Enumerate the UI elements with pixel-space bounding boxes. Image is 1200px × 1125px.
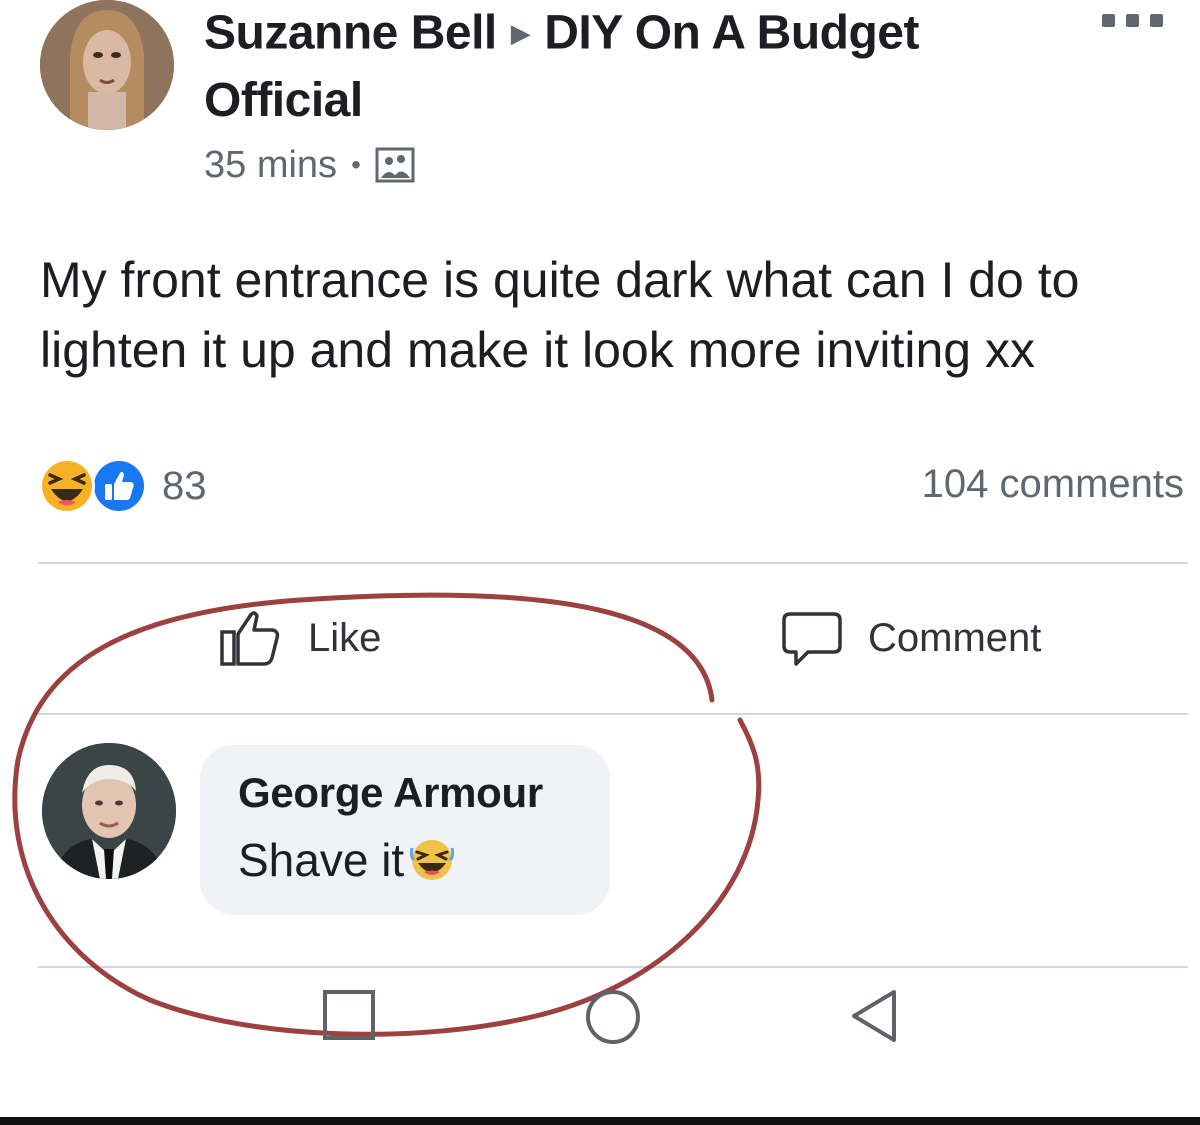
author-photo-icon <box>40 0 174 130</box>
commenter-photo-icon <box>42 743 176 879</box>
author-name[interactable]: Suzanne Bell <box>204 7 497 60</box>
meta-separator: • <box>351 149 361 180</box>
comment-author-name[interactable]: George Armour <box>238 769 543 817</box>
post-header-title: Suzanne Bell ▶ DIY On A Budget Official <box>204 2 1064 132</box>
back-icon[interactable] <box>848 988 900 1044</box>
divider-top <box>38 562 1188 564</box>
home-icon[interactable] <box>586 990 640 1044</box>
haha-reaction-icon <box>39 458 95 514</box>
facebook-post-screenshot: Suzanne Bell ▶ DIY On A Budget Official 35… <box>0 0 1200 1125</box>
comment-button[interactable]: Comment <box>780 598 1041 678</box>
privacy-group-icon <box>375 147 415 183</box>
shared-to-arrow-icon: ▶ <box>510 18 531 48</box>
laughing-emoji-icon <box>410 840 455 880</box>
divider-middle <box>38 713 1188 715</box>
post-time[interactable]: 35 mins <box>204 144 337 187</box>
comment-bubble[interactable]: George Armour Shave it <box>200 745 610 915</box>
reactions-summary[interactable]: 83 <box>38 455 207 517</box>
author-avatar[interactable] <box>40 0 174 130</box>
post-meta: 35 mins • <box>204 140 415 190</box>
comment-label: Comment <box>868 615 1042 660</box>
more-options-icon[interactable] <box>1102 14 1164 28</box>
post-body: My front entrance is quite dark what can… <box>40 252 1080 378</box>
bottom-edge-bar <box>0 1117 1200 1125</box>
comment-text: Shave it <box>238 833 458 887</box>
commenter-avatar[interactable] <box>42 743 176 879</box>
comments-count[interactable]: 104 comments <box>922 462 1184 507</box>
like-reaction-icon <box>91 458 147 514</box>
comment-bubble-icon <box>782 612 842 666</box>
comment-text-content: Shave it <box>238 834 405 886</box>
like-button[interactable]: Like <box>216 598 381 678</box>
reaction-count[interactable]: 83 <box>162 464 207 509</box>
recent-apps-icon[interactable] <box>323 990 375 1040</box>
like-label: Like <box>308 615 382 660</box>
thumbs-up-icon <box>220 611 280 666</box>
divider-bottom <box>38 966 1188 968</box>
